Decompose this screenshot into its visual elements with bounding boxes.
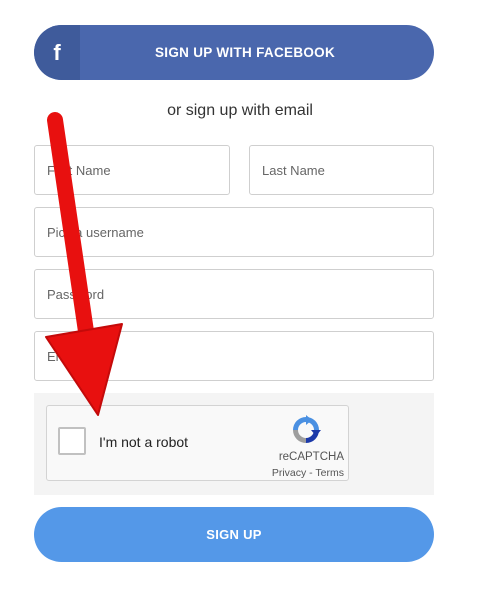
first-name-field[interactable]: [34, 145, 230, 195]
last-name-field[interactable]: [249, 145, 434, 195]
facebook-signup-button[interactable]: f SIGN UP WITH FACEBOOK: [34, 25, 434, 80]
facebook-icon-glyph: f: [53, 39, 61, 65]
recaptcha-links: Privacy - Terms: [240, 467, 344, 479]
email-field[interactable]: [34, 331, 434, 381]
facebook-signup-label: SIGN UP WITH FACEBOOK: [154, 45, 336, 60]
password-field[interactable]: [34, 269, 434, 319]
terms-link[interactable]: Terms: [315, 467, 344, 479]
recaptcha-brand: reCAPTCHA: [278, 451, 344, 463]
facebook-icon: f: [34, 25, 80, 80]
signup-button[interactable]: SIGN UP: [34, 507, 434, 562]
recaptcha-label: I'm not a robot: [99, 434, 189, 450]
recaptcha-logo-icon: [293, 415, 321, 443]
email-signup-divider: or sign up with email: [167, 102, 313, 119]
username-field[interactable]: [34, 207, 434, 257]
privacy-link[interactable]: Privacy: [272, 467, 306, 479]
recaptcha-checkbox[interactable]: [58, 427, 86, 455]
